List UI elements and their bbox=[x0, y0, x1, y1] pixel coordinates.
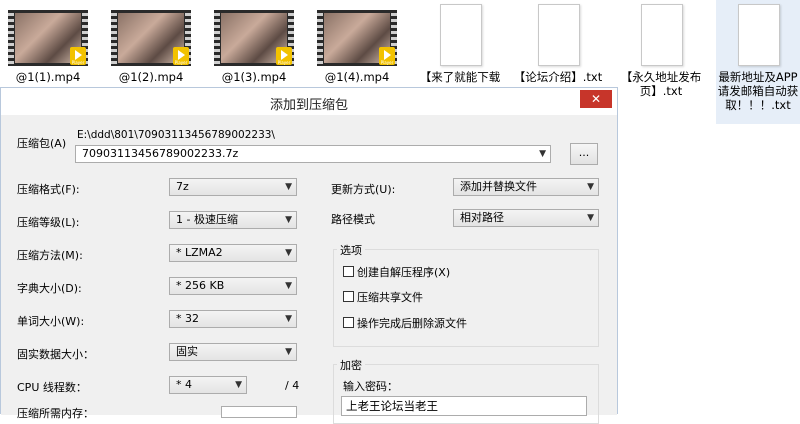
file-name: @1(1).mp4 bbox=[15, 70, 81, 84]
video-thumbnail: Player bbox=[111, 10, 191, 66]
file-name: 最新地址及APP请发邮箱自动获取！！！.txt bbox=[717, 70, 799, 112]
video-thumbnail: Player bbox=[214, 10, 294, 66]
word-label: 单词大小(W): bbox=[17, 315, 85, 328]
text-file-2[interactable]: 【论坛介绍】.txt bbox=[510, 0, 606, 96]
archive-label: 压缩包(A) bbox=[17, 137, 67, 150]
update-select[interactable]: 添加并替换文件 ▼ bbox=[453, 178, 599, 196]
password-label: 输入密码： bbox=[343, 380, 398, 393]
text-file-icon bbox=[538, 4, 580, 66]
format-select[interactable]: 7z ▼ bbox=[169, 178, 297, 196]
browse-button[interactable]: ... bbox=[570, 143, 598, 165]
solid-label: 固实数据大小： bbox=[17, 348, 94, 361]
pathmode-label: 路径模式 bbox=[331, 213, 375, 226]
method-select[interactable]: * LZMA2 ▼ bbox=[169, 244, 297, 262]
pathmode-select[interactable]: 相对路径 ▼ bbox=[453, 209, 599, 227]
memory-value bbox=[221, 406, 297, 418]
video-thumbnail: Player bbox=[317, 10, 397, 66]
video-file-4[interactable]: Player @1(4).mp4 bbox=[309, 0, 405, 96]
dict-label: 字典大小(D): bbox=[17, 282, 82, 295]
threads-total: / 4 bbox=[285, 379, 300, 392]
player-icon: Player bbox=[70, 47, 86, 65]
close-icon: ✕ bbox=[590, 92, 602, 106]
dict-select[interactable]: * 256 KB ▼ bbox=[169, 277, 297, 295]
add-to-archive-dialog: 添加到压缩包 ✕ 压缩包(A) E:\ddd\801\7090311345678… bbox=[0, 87, 618, 424]
text-file-3[interactable]: 【永久地址发布页】.txt bbox=[614, 0, 708, 98]
video-file-2[interactable]: Player @1(2).mp4 bbox=[103, 0, 199, 96]
sfx-checkbox[interactable] bbox=[343, 266, 354, 277]
chevron-down-icon: ▼ bbox=[285, 215, 292, 225]
word-select[interactable]: * 32 ▼ bbox=[169, 310, 297, 328]
delete-after-label: 操作完成后删除源文件 bbox=[357, 317, 467, 330]
video-file-3[interactable]: Player @1(3).mp4 bbox=[206, 0, 302, 96]
sfx-label: 创建自解压程序(X) bbox=[357, 266, 451, 279]
file-name: 【永久地址发布页】.txt bbox=[620, 70, 702, 98]
chevron-down-icon: ▼ bbox=[235, 380, 242, 390]
text-file-1[interactable]: 【来了就能下载 bbox=[412, 0, 508, 96]
password-input[interactable]: 上老王论坛当老王 bbox=[341, 396, 587, 416]
shared-files-checkbox[interactable] bbox=[343, 291, 354, 302]
file-name: 【论坛介绍】.txt bbox=[513, 70, 603, 84]
chevron-down-icon: ▼ bbox=[539, 149, 546, 159]
chevron-down-icon: ▼ bbox=[587, 213, 594, 223]
chevron-down-icon: ▼ bbox=[587, 182, 594, 192]
delete-after-checkbox[interactable] bbox=[343, 317, 354, 328]
player-icon: Player bbox=[379, 47, 395, 65]
dialog-body: 压缩包(A) E:\ddd\801\70903113456789002233\ … bbox=[1, 115, 617, 424]
video-file-1[interactable]: Player @1(1).mp4 bbox=[0, 0, 96, 96]
options-title: 选项 bbox=[337, 242, 365, 258]
text-file-icon bbox=[738, 4, 780, 66]
text-file-icon bbox=[440, 4, 482, 66]
chevron-down-icon: ▼ bbox=[285, 281, 292, 291]
video-thumbnail: Player bbox=[8, 10, 88, 66]
format-label: 压缩格式(F): bbox=[17, 183, 80, 196]
archive-name-combobox[interactable]: 70903113456789002233.7z ▼ bbox=[75, 145, 551, 163]
threads-label: CPU 线程数： bbox=[17, 381, 87, 394]
threads-select[interactable]: * 4 ▼ bbox=[169, 376, 247, 394]
chevron-down-icon: ▼ bbox=[285, 182, 292, 192]
dialog-title: 添加到压缩包 bbox=[269, 98, 348, 113]
update-label: 更新方式(U): bbox=[331, 183, 396, 196]
file-name: 【来了就能下载 bbox=[419, 70, 501, 84]
dialog-titlebar[interactable]: 添加到压缩包 ✕ bbox=[1, 88, 617, 115]
player-icon: Player bbox=[173, 47, 189, 65]
file-name: @1(3).mp4 bbox=[221, 70, 287, 84]
chevron-down-icon: ▼ bbox=[285, 314, 292, 324]
archive-path: E:\ddd\801\70903113456789002233\ bbox=[77, 129, 275, 141]
player-icon: Player bbox=[276, 47, 292, 65]
level-label: 压缩等级(L): bbox=[17, 216, 80, 229]
solid-select[interactable]: 固实 ▼ bbox=[169, 343, 297, 361]
level-select[interactable]: 1 - 极速压缩 ▼ bbox=[169, 211, 297, 229]
shared-files-label: 压缩共享文件 bbox=[357, 291, 423, 304]
method-label: 压缩方法(M): bbox=[17, 249, 83, 262]
chevron-down-icon: ▼ bbox=[285, 248, 292, 258]
text-file-4[interactable]: 最新地址及APP请发邮箱自动获取！！！.txt bbox=[716, 0, 800, 124]
file-name: @1(2).mp4 bbox=[118, 70, 184, 84]
encrypt-title: 加密 bbox=[337, 357, 365, 373]
memory-label: 压缩所需内存： bbox=[17, 407, 94, 420]
chevron-down-icon: ▼ bbox=[285, 347, 292, 357]
close-button[interactable]: ✕ bbox=[580, 90, 612, 108]
text-file-icon bbox=[641, 4, 683, 66]
file-name: @1(4).mp4 bbox=[324, 70, 390, 84]
